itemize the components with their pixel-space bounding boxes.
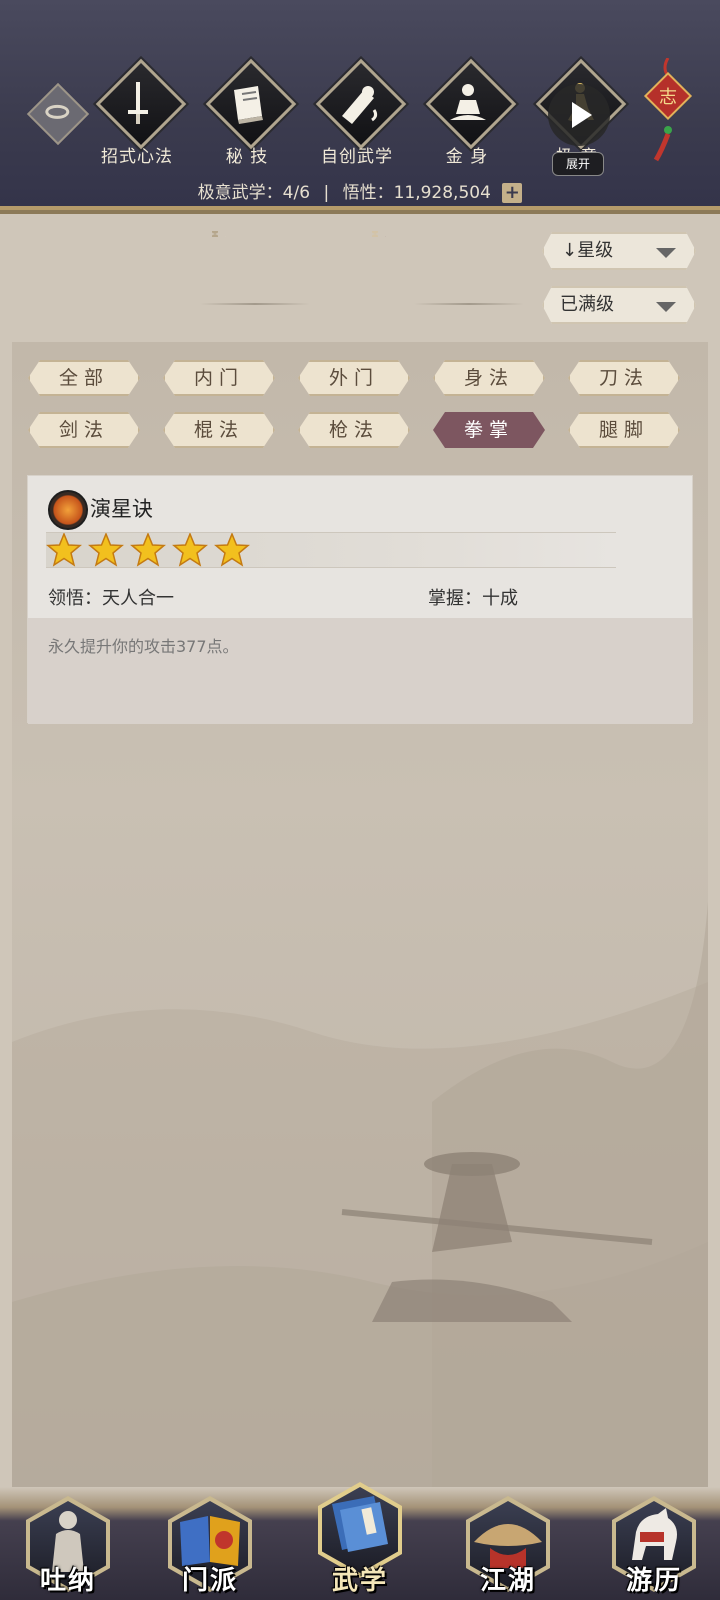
expand-button[interactable]: 展开 bbox=[552, 152, 604, 176]
category-sword[interactable]: 剑法 bbox=[28, 412, 140, 448]
comprehension-label: 领悟： bbox=[48, 588, 102, 609]
category-all[interactable]: 全部 bbox=[28, 360, 140, 396]
star-icon bbox=[46, 533, 82, 567]
skill-icon bbox=[48, 490, 88, 530]
sort-label: 星级 bbox=[577, 240, 614, 261]
nav-jianghu[interactable]: 江湖 bbox=[458, 1488, 558, 1600]
nav-label: 江湖 bbox=[479, 1566, 536, 1596]
menu-label: 秘 技 bbox=[225, 147, 269, 167]
top-header: 招式心法 秘 技 自创武学 金 身 展开 志 极意武学：4/6 | 悟性：11,… bbox=[0, 0, 720, 214]
nav-sect[interactable]: 门派 bbox=[160, 1488, 260, 1600]
insight-label: 悟性： bbox=[342, 183, 394, 203]
nav-label: 吐纳 bbox=[39, 1566, 96, 1596]
category-fist-palm[interactable]: 拳掌 bbox=[433, 412, 545, 448]
star-icon bbox=[172, 533, 208, 567]
chevron-down-icon bbox=[656, 302, 676, 312]
filter-dropdown[interactable]: 已满级 bbox=[542, 286, 696, 324]
stats-line: 极意武学：4/6 | 悟性：11,928,504 + bbox=[0, 178, 720, 203]
book-icon bbox=[234, 86, 263, 124]
add-insight-button[interactable]: + bbox=[502, 183, 523, 203]
menu-moves-mindset[interactable]: 招式心法 bbox=[82, 58, 192, 176]
nav-martial-arts[interactable]: 武学 bbox=[310, 1482, 410, 1600]
ultimate-label: 极意武学： bbox=[197, 183, 283, 203]
skill-description: 永久提升你的攻击377点。 bbox=[48, 637, 239, 656]
category-spear[interactable]: 枪法 bbox=[298, 412, 410, 448]
skill-card[interactable]: 演星诀 领悟：天人合一 掌握：十成 永久提升你的攻击377点。 bbox=[27, 475, 693, 724]
menu-label: 金 身 bbox=[445, 147, 489, 167]
category-inner[interactable]: 内门 bbox=[163, 360, 275, 396]
tab-battle-formula[interactable]: 战诀 bbox=[215, 234, 341, 270]
mastery-value: 十成 bbox=[482, 588, 518, 609]
star-icon bbox=[88, 533, 124, 567]
skill-panel: 全部 内门 外门 身法 刀法 剑法 棍法 枪法 拳掌 腿脚 演星诀 领悟：天人合… bbox=[12, 342, 708, 1487]
category-outer[interactable]: 外门 bbox=[298, 360, 410, 396]
sword-icon bbox=[128, 82, 148, 124]
menu-label: 自创武学 bbox=[321, 147, 393, 167]
meditation-icon bbox=[450, 84, 486, 120]
decorative-divider bbox=[200, 303, 310, 305]
decorative-divider bbox=[414, 303, 524, 305]
category-footwork[interactable]: 身法 bbox=[433, 360, 545, 396]
insight-value: 11,928,504 bbox=[393, 183, 491, 203]
comprehension-value: 天人合一 bbox=[102, 588, 174, 609]
tab-battle-intent[interactable]: 战意 bbox=[375, 234, 501, 270]
star-icon bbox=[130, 533, 166, 567]
nav-travel[interactable]: 游历 bbox=[604, 1488, 704, 1600]
charm-char: 志 bbox=[659, 87, 677, 108]
category-blade[interactable]: 刀法 bbox=[568, 360, 680, 396]
nav-label: 游历 bbox=[625, 1566, 682, 1596]
menu-self-created[interactable]: 自创武学 bbox=[302, 58, 412, 176]
star-icon bbox=[214, 533, 250, 567]
scroll-icon bbox=[342, 86, 378, 124]
menu-secret-skills[interactable]: 秘 技 bbox=[192, 58, 302, 176]
comprehension-info: 领悟：天人合一 bbox=[48, 584, 174, 610]
mastery-label: 掌握： bbox=[428, 588, 482, 609]
menu-label: 招式心法 bbox=[101, 147, 173, 167]
chevron-down-icon bbox=[656, 248, 676, 258]
filter-label: 已满级 bbox=[560, 294, 614, 315]
stats-separator: | bbox=[323, 183, 330, 203]
menu-golden-body[interactable]: 金 身 bbox=[412, 58, 522, 176]
category-staff[interactable]: 棍法 bbox=[163, 412, 275, 448]
nav-breathing[interactable]: 吐纳 bbox=[18, 1488, 118, 1600]
sort-dropdown[interactable]: ↓星级 bbox=[542, 232, 696, 270]
category-leg[interactable]: 腿脚 bbox=[568, 412, 680, 448]
nav-label: 门派 bbox=[181, 1566, 238, 1596]
arrow-down-icon: ↓ bbox=[562, 240, 578, 261]
eye-toggle-button[interactable] bbox=[26, 82, 90, 146]
nav-label: 武学 bbox=[331, 1566, 388, 1596]
play-video-button[interactable] bbox=[548, 84, 610, 146]
eye-icon bbox=[45, 104, 70, 119]
charm-ornament[interactable]: 志 bbox=[640, 58, 696, 168]
skill-name: 演星诀 bbox=[90, 497, 153, 521]
ultimate-value: 4/6 bbox=[282, 183, 311, 203]
martial-book-icon bbox=[332, 1496, 388, 1552]
mastery-info: 掌握：十成 bbox=[428, 584, 518, 610]
